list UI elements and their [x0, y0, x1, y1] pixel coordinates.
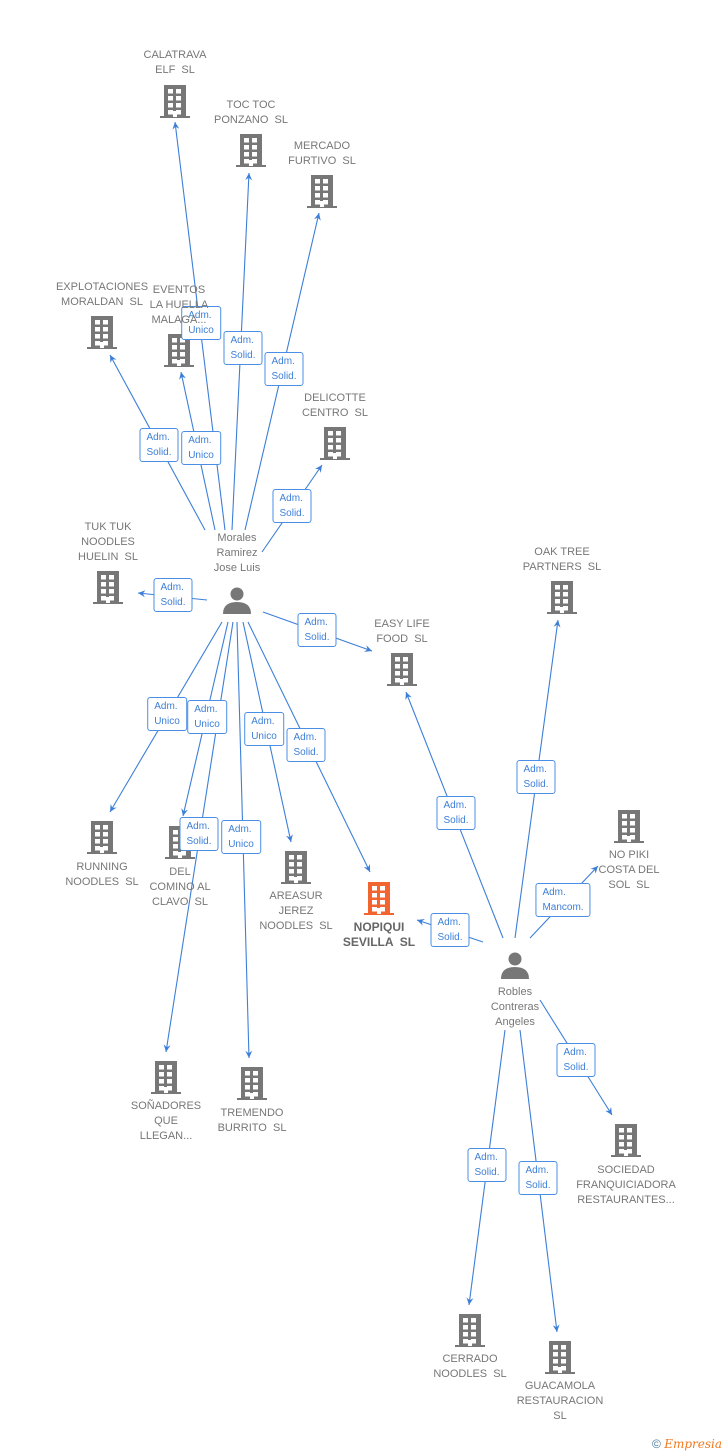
- building-icon[interactable]: [87, 316, 117, 349]
- node-label-tremendo[interactable]: TREMENDO BURRITO SL: [218, 1106, 287, 1136]
- building-icon[interactable]: [455, 1314, 485, 1347]
- building-icon[interactable]: [614, 810, 644, 843]
- relation-label[interactable]: Adm. Solid.: [272, 489, 312, 523]
- relation-label[interactable]: Adm. Unico: [147, 697, 187, 731]
- relation-label[interactable]: Adm. Unico: [221, 820, 261, 854]
- node-label-running[interactable]: RUNNING NOODLES SL: [65, 860, 138, 890]
- building-icon[interactable]: [307, 175, 337, 208]
- node-label-areasur[interactable]: AREASUR JEREZ NOODLES SL: [259, 889, 332, 934]
- node-label-eventos[interactable]: EVENTOS LA HUELLA MALAGA...: [150, 283, 209, 328]
- node-label-easy[interactable]: EASY LIFE FOOD SL: [374, 617, 429, 647]
- relation-label[interactable]: Adm. Solid.: [286, 728, 326, 762]
- copyright-icon: ©: [652, 1437, 661, 1451]
- person-icon[interactable]: [501, 952, 529, 980]
- highlighted-company-icon[interactable]: [364, 882, 394, 915]
- relation-label[interactable]: Adm. Solid.: [223, 331, 263, 365]
- node-label-nopiqui[interactable]: NOPIQUI SEVILLA SL: [343, 920, 415, 950]
- arrow-head-icon: [315, 465, 322, 473]
- relation-label[interactable]: Adm. Solid.: [430, 913, 470, 947]
- relation-label[interactable]: Adm. Unico: [181, 431, 221, 465]
- relation-label[interactable]: Adm. Solid.: [556, 1043, 596, 1077]
- node-label-sociedad[interactable]: SOCIEDAD FRANQUICIADORA RESTAURANTES...: [576, 1163, 676, 1208]
- node-label-toc[interactable]: TOC TOC PONZANO SL: [214, 98, 288, 128]
- node-label-morales[interactable]: Morales Ramirez Jose Luis: [214, 531, 260, 576]
- node-label-delicotte[interactable]: DELICOTTE CENTRO SL: [302, 391, 368, 421]
- relation-label[interactable]: Adm. Solid.: [516, 760, 556, 794]
- building-icon[interactable]: [160, 85, 190, 118]
- building-icon[interactable]: [281, 851, 311, 884]
- node-label-delcomino[interactable]: DEL COMINO AL CLAVO SL: [149, 865, 210, 910]
- node-label-guacamola[interactable]: GUACAMOLA RESTAURACION SL: [517, 1379, 604, 1424]
- node-label-sonadores[interactable]: SOÑADORES QUE LLEGAN...: [131, 1099, 201, 1144]
- building-icon[interactable]: [611, 1124, 641, 1157]
- relation-label[interactable]: Adm. Solid.: [153, 578, 193, 612]
- person-icon[interactable]: [223, 587, 251, 615]
- node-label-explotaciones[interactable]: EXPLOTACIONES MORALDAN SL: [56, 280, 148, 310]
- building-icon[interactable]: [320, 427, 350, 460]
- building-icon[interactable]: [547, 581, 577, 614]
- relation-label[interactable]: Adm. Solid.: [179, 817, 219, 851]
- relation-label[interactable]: Adm. Unico: [244, 712, 284, 746]
- building-icon[interactable]: [93, 571, 123, 604]
- arrow-head-icon: [110, 804, 117, 812]
- building-icon[interactable]: [387, 653, 417, 686]
- building-icon[interactable]: [545, 1341, 575, 1374]
- building-icon[interactable]: [87, 821, 117, 854]
- node-label-tuk[interactable]: TUK TUK NOODLES HUELIN SL: [78, 520, 138, 565]
- relation-label[interactable]: Adm. Solid.: [467, 1148, 507, 1182]
- relation-label[interactable]: Adm. Solid.: [139, 428, 179, 462]
- relation-label[interactable]: Adm. Solid.: [518, 1161, 558, 1195]
- node-label-mercado[interactable]: MERCADO FURTIVO SL: [288, 139, 356, 169]
- node-label-calatrava[interactable]: CALATRAVA ELF SL: [144, 48, 207, 78]
- building-icon[interactable]: [237, 1067, 267, 1100]
- relation-label[interactable]: Adm. Unico: [187, 700, 227, 734]
- node-label-oak[interactable]: OAK TREE PARTNERS SL: [523, 545, 601, 575]
- building-icon[interactable]: [236, 134, 266, 167]
- node-label-cerrado[interactable]: CERRADO NOODLES SL: [433, 1352, 506, 1382]
- relation-label[interactable]: Adm. Solid.: [297, 613, 337, 647]
- empresia-logo[interactable]: Empresia: [664, 1437, 722, 1451]
- node-label-nopiki[interactable]: NO PIKI COSTA DEL SOL SL: [599, 848, 660, 893]
- network-graph: [87, 85, 644, 1374]
- relation-label[interactable]: Adm. Mancom.: [535, 883, 591, 917]
- arrow-head-icon: [605, 1107, 612, 1115]
- node-label-robles[interactable]: Robles Contreras Angeles: [491, 985, 539, 1030]
- relation-label[interactable]: Adm. Solid.: [436, 796, 476, 830]
- footer: © Empresia: [652, 1437, 722, 1451]
- building-icon[interactable]: [151, 1061, 181, 1094]
- relation-label[interactable]: Adm. Solid.: [264, 352, 304, 386]
